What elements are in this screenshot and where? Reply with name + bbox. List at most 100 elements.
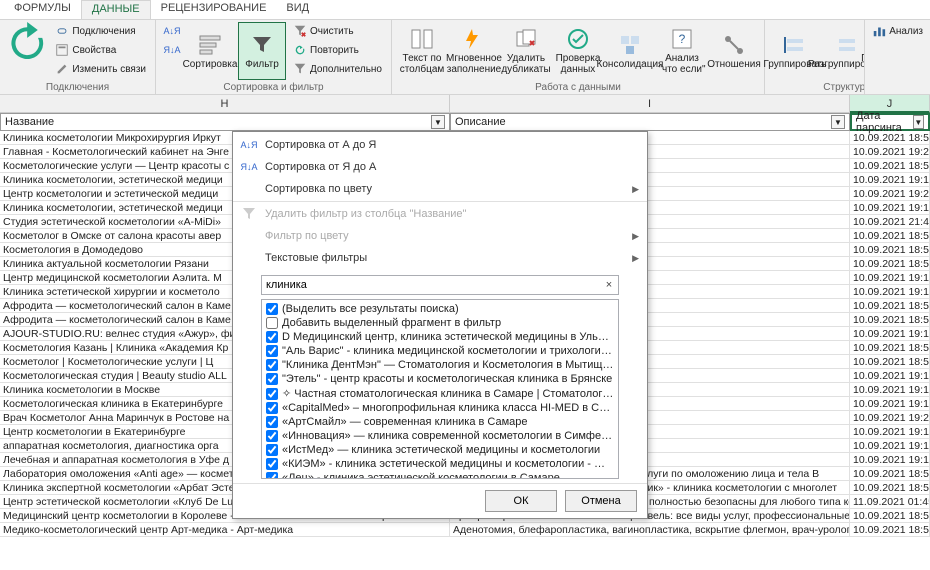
cell[interactable]: 11.09.2021 01:45:52 bbox=[850, 495, 930, 509]
select-all-check[interactable]: (Выделить все результаты поиска) bbox=[264, 302, 616, 316]
cell[interactable]: 10.09.2021 18:59:18 bbox=[850, 313, 930, 327]
cell[interactable]: 10.09.2021 18:59:30 bbox=[850, 481, 930, 495]
ok-button[interactable]: ОК bbox=[485, 490, 557, 512]
filter-item-check[interactable]: "Аль Варис" - клиника медицинской космет… bbox=[264, 344, 616, 358]
group-button[interactable]: Группировать bbox=[771, 22, 819, 80]
header-name-label: Название bbox=[5, 116, 54, 128]
clear-filter-icon bbox=[241, 206, 257, 222]
whatif-icon: ? bbox=[670, 27, 694, 51]
header-name[interactable]: Название ▼ bbox=[0, 113, 450, 131]
filter-item-check[interactable]: ✧ Частная стоматологическая клиника в Са… bbox=[264, 386, 616, 401]
data-validation-button[interactable]: Проверка данных bbox=[554, 22, 602, 80]
cell[interactable]: 10.09.2021 18:59:11 bbox=[850, 159, 930, 173]
cell[interactable]: 10.09.2021 19:16:49 bbox=[850, 397, 930, 411]
filter-item-check[interactable]: «Лец» - клиника эстетической косметологи… bbox=[264, 471, 616, 479]
cell[interactable]: 10.09.2021 19:16:45 bbox=[850, 327, 930, 341]
cell[interactable]: 10.09.2021 21:41:31 bbox=[850, 215, 930, 229]
filter-button[interactable]: Фильтр bbox=[238, 22, 286, 80]
tab-data[interactable]: ДАННЫЕ bbox=[81, 0, 151, 19]
cell[interactable]: 10.09.2021 18:59:18 bbox=[850, 299, 930, 313]
filter-item-check[interactable]: «АртСмайл» — современная клиника в Самар… bbox=[264, 415, 616, 429]
filter-dropdown-desc[interactable]: ▼ bbox=[831, 115, 845, 129]
filter-search-input[interactable] bbox=[262, 276, 600, 294]
sort-button[interactable]: Сортировка bbox=[186, 22, 234, 80]
header-date[interactable]: Дата парсинга ▼ bbox=[850, 113, 930, 131]
tab-view[interactable]: ВИД bbox=[276, 0, 319, 19]
refresh-icon[interactable] bbox=[6, 22, 48, 67]
cell[interactable]: Аденотомия, блефаропластика, вагинопласт… bbox=[450, 523, 850, 537]
cell[interactable]: 10.09.2021 19:16:50 bbox=[850, 453, 930, 467]
cell[interactable]: 10.09.2021 18:59:20 bbox=[850, 341, 930, 355]
cell[interactable]: 10.09.2021 18:59:14 bbox=[850, 229, 930, 243]
tab-formulas[interactable]: ФОРМУЛЫ bbox=[4, 0, 81, 19]
cell[interactable]: 10.09.2021 19:27:03 bbox=[850, 187, 930, 201]
clear-search-icon[interactable]: × bbox=[600, 276, 618, 294]
filter-dropdown-date[interactable]: ▼ bbox=[913, 115, 924, 129]
filter-item-check[interactable]: «CapitalMed» – многопрофильная клиника к… bbox=[264, 401, 616, 415]
tab-review[interactable]: РЕЦЕНЗИРОВАНИЕ bbox=[151, 0, 277, 19]
col-header-I[interactable]: I bbox=[450, 95, 850, 113]
cell[interactable]: 10.09.2021 19:16:47 bbox=[850, 369, 930, 383]
sort-az-item[interactable]: А↓ЯСортировка от А до Я bbox=[233, 134, 647, 156]
cell[interactable]: 10.09.2021 19:16:44 bbox=[850, 285, 930, 299]
col-header-H[interactable]: H bbox=[0, 95, 450, 113]
advanced-icon bbox=[293, 62, 307, 76]
reapply-button[interactable]: Повторить bbox=[290, 41, 385, 59]
filter-item-check[interactable]: «Инновация» — клиника современной космет… bbox=[264, 429, 616, 443]
filter-by-color-item: Фильтр по цвету▶ bbox=[233, 225, 647, 247]
cell[interactable]: 10.09.2021 19:16:50 bbox=[850, 425, 930, 439]
filter-dropdown-name[interactable]: ▼ bbox=[431, 115, 445, 129]
cell[interactable]: 10.09.2021 18:59:16 bbox=[850, 257, 930, 271]
cell[interactable]: 10.09.2021 19:16:44 bbox=[850, 271, 930, 285]
clear-filter-button[interactable]: Очистить bbox=[290, 22, 385, 40]
cell[interactable]: 10.09.2021 19:27:08 bbox=[850, 411, 930, 425]
clear-filter-item: Удалить фильтр из столбца "Название" bbox=[233, 203, 647, 225]
sort-by-color-item[interactable]: Сортировка по цвету▶ bbox=[233, 178, 647, 200]
sort-az-button[interactable]: А↓Я bbox=[162, 22, 182, 40]
cell[interactable]: Медико-косметологический центр Арт-медик… bbox=[0, 523, 450, 537]
filter-item-check[interactable]: «КИЭМ» - клиника эстетической медицины и… bbox=[264, 457, 616, 471]
edit-links-icon bbox=[55, 62, 69, 76]
sort-za-item[interactable]: Я↓АСортировка от Я до А bbox=[233, 156, 647, 178]
sort-za-button[interactable]: Я↓А bbox=[162, 41, 182, 59]
text-filters-item[interactable]: Текстовые фильтры▶ bbox=[233, 247, 647, 269]
cell[interactable]: 10.09.2021 19:16:41 bbox=[850, 173, 930, 187]
remove-duplicates-button[interactable]: Удалить дубликаты bbox=[502, 22, 550, 80]
cell[interactable]: 10.09.2021 18:59:23 bbox=[850, 355, 930, 369]
filter-check-list[interactable]: (Выделить все результаты поиска) Добавит… bbox=[261, 299, 619, 479]
text-to-columns-button[interactable]: Текст по столбцам bbox=[398, 22, 446, 80]
analysis-button[interactable]: Анализ bbox=[869, 22, 926, 40]
analysis-icon bbox=[872, 24, 886, 38]
cell[interactable]: 10.09.2021 19:16:41 bbox=[850, 201, 930, 215]
filter-item-check[interactable]: "Клиника ДентМэн" — Стоматология и Косме… bbox=[264, 358, 616, 372]
table-row[interactable]: Медико-косметологический центр Арт-медик… bbox=[0, 523, 930, 537]
cell[interactable]: 10.09.2021 19:27:03 bbox=[850, 145, 930, 159]
cell[interactable]: 10.09.2021 18:59:35 bbox=[850, 523, 930, 537]
advanced-button[interactable]: Дополнительно bbox=[290, 60, 385, 78]
group-label: Работа с данными bbox=[398, 81, 758, 94]
header-description[interactable]: Описание ▼ bbox=[450, 113, 850, 131]
whatif-button[interactable]: ?Анализ "что если" bbox=[658, 22, 706, 80]
filter-item-check[interactable]: «ИстМед» — клиника эстетической медицины… bbox=[264, 443, 616, 457]
svg-text:?: ? bbox=[679, 32, 686, 46]
cell[interactable]: 10.09.2021 18:59:35 bbox=[850, 509, 930, 523]
properties-icon bbox=[55, 43, 69, 57]
cell[interactable]: 10.09.2021 19:16:50 bbox=[850, 439, 930, 453]
flash-fill-icon bbox=[462, 27, 486, 51]
add-selection-check[interactable]: Добавить выделенный фрагмент в фильтр bbox=[264, 316, 616, 330]
filter-item-check[interactable]: D Медицинский центр, клиника эстетическо… bbox=[264, 330, 616, 344]
cancel-button[interactable]: Отмена bbox=[565, 490, 637, 512]
cell[interactable]: 10.09.2021 18:59:30 bbox=[850, 467, 930, 481]
cell[interactable]: 10.09.2021 18:59:15 bbox=[850, 243, 930, 257]
sort-az-icon: А↓Я bbox=[165, 24, 179, 38]
cell[interactable]: 10.09.2021 19:16:47 bbox=[850, 383, 930, 397]
edit-links-button[interactable]: Изменить связи bbox=[52, 60, 149, 78]
filter-search-box: × bbox=[261, 275, 619, 295]
flash-fill-button[interactable]: Мгновенное заполнение bbox=[450, 22, 498, 80]
properties-button[interactable]: Свойства bbox=[52, 41, 149, 59]
cell[interactable]: 10.09.2021 18:59:10 bbox=[850, 131, 930, 145]
consolidate-button[interactable]: Консолидация bbox=[606, 22, 654, 80]
filter-item-check[interactable]: "Этель" - центр красоты и косметологичес… bbox=[264, 372, 616, 386]
connections-button[interactable]: Подключения bbox=[52, 22, 149, 40]
relations-button[interactable]: Отношения bbox=[710, 22, 758, 80]
